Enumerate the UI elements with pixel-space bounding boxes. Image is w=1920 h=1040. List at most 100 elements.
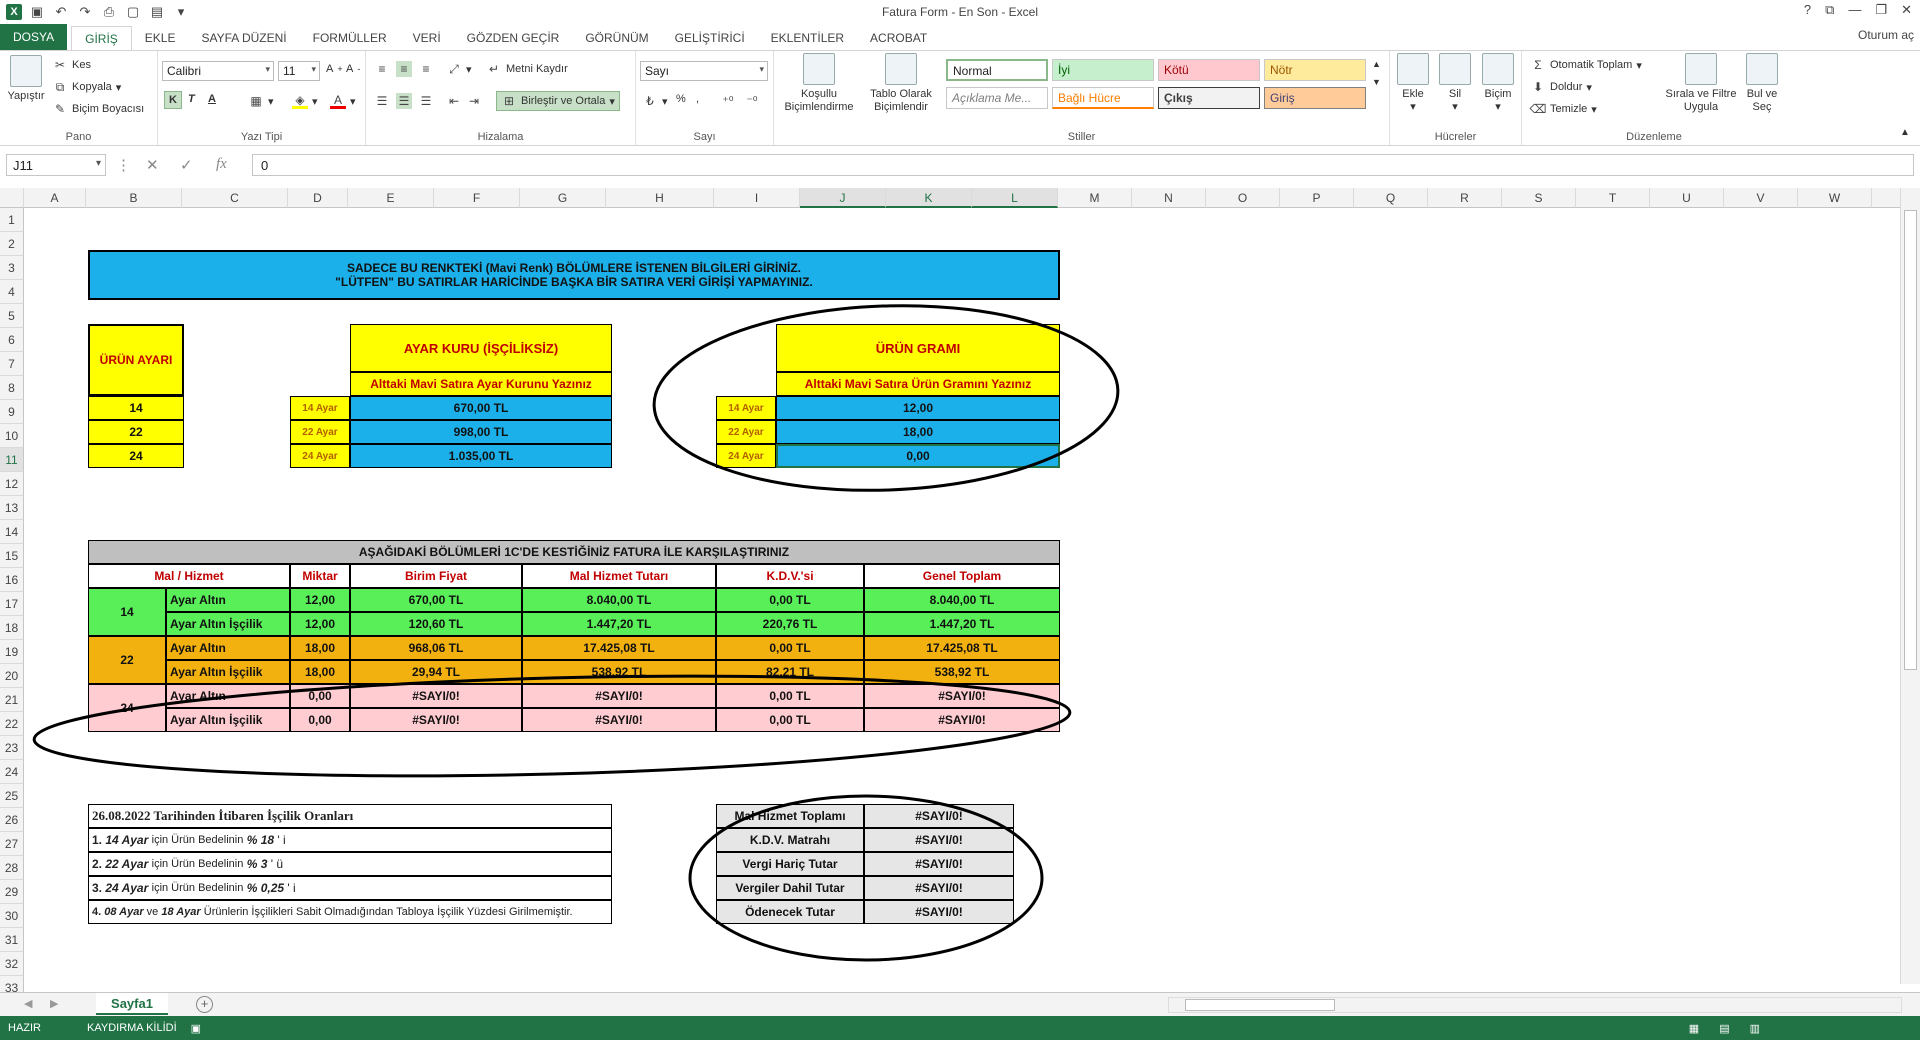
tab-data[interactable]: VERİ — [400, 26, 454, 50]
row-header-8[interactable]: 8 — [0, 376, 24, 400]
undo-icon[interactable]: ↶ — [52, 3, 70, 21]
delete-cells-button[interactable]: Sil ▾ — [1436, 53, 1474, 114]
borders-button[interactable]: ▦ ▾ — [248, 93, 273, 109]
row-header-28[interactable]: 28 — [0, 856, 24, 880]
row-header-29[interactable]: 29 — [0, 880, 24, 904]
tab-review[interactable]: GÖZDEN GEÇİR — [454, 26, 573, 50]
increase-indent-button[interactable]: ⇥ — [466, 93, 482, 109]
select-all-corner[interactable] — [0, 188, 24, 208]
format-cells-button[interactable]: Biçim ▾ — [1478, 53, 1518, 114]
name-box[interactable]: J11 — [6, 154, 106, 176]
style-input[interactable]: Giriş — [1264, 87, 1366, 109]
bold-button[interactable]: K — [164, 91, 182, 109]
urun-grami-value-22[interactable]: 18,00 — [776, 420, 1060, 444]
row-header-2[interactable]: 2 — [0, 232, 24, 256]
row-header-14[interactable]: 14 — [0, 520, 24, 544]
number-format-select[interactable]: Sayı — [640, 61, 768, 81]
redo-icon[interactable]: ↷ — [76, 3, 94, 21]
conditional-formatting-button[interactable]: Koşullu Biçimlendirme — [778, 53, 860, 114]
normal-view-icon[interactable]: ▦ — [1689, 1022, 1699, 1035]
tab-insert[interactable]: EKLE — [132, 26, 189, 50]
fill-color-button[interactable]: ◈ ▾ — [292, 93, 318, 109]
wrap-text-button[interactable]: ↵ Metni Kaydır — [486, 61, 568, 77]
styles-scroll[interactable]: ▲ ▼ — [1372, 59, 1381, 87]
tab-addins[interactable]: EKLENTİLER — [758, 26, 857, 50]
format-painter-button[interactable]: ✎ Biçim Boyacısı — [52, 101, 144, 117]
horizontal-scroll-thumb[interactable] — [1185, 999, 1335, 1011]
shrink-font-button[interactable]: A- — [346, 63, 360, 75]
column-header-l[interactable]: L — [972, 188, 1058, 208]
comma-style-button[interactable]: , — [696, 93, 699, 105]
row-header-12[interactable]: 12 — [0, 472, 24, 496]
clear-button[interactable]: ⌫ Temizle ▾ — [1530, 101, 1597, 117]
cut-button[interactable]: ✂ Kes — [52, 57, 91, 73]
add-sheet-icon[interactable]: + — [196, 996, 213, 1013]
tab-acrobat[interactable]: ACROBAT — [857, 26, 940, 50]
row-header-21[interactable]: 21 — [0, 688, 24, 712]
column-header-k[interactable]: K — [886, 188, 972, 208]
ayar-kuru-value-14[interactable]: 670,00 TL — [350, 396, 612, 420]
increase-decimal-button[interactable]: ⁺⁰ — [720, 93, 736, 109]
percent-button[interactable]: % — [676, 93, 686, 105]
row-header-7[interactable]: 7 — [0, 352, 24, 376]
tab-developer[interactable]: GELİŞTİRİCİ — [662, 26, 758, 50]
column-header-v[interactable]: V — [1724, 188, 1798, 208]
style-linked-cell[interactable]: Bağlı Hücre — [1052, 87, 1154, 109]
sort-filter-button[interactable]: Sırala ve Filtre Uygula — [1664, 53, 1738, 114]
column-header-u[interactable]: U — [1650, 188, 1724, 208]
row-header-20[interactable]: 20 — [0, 664, 24, 688]
align-middle-button[interactable]: ≡ — [396, 61, 412, 77]
help-button[interactable]: ? — [1804, 2, 1811, 18]
align-top-button[interactable]: ≡ — [374, 61, 390, 77]
orientation-button[interactable]: ⤢ ▾ — [446, 61, 471, 77]
find-select-button[interactable]: Bul ve Seç — [1740, 53, 1784, 114]
urun-grami-value-24-selected[interactable]: 0,00 — [776, 444, 1060, 468]
close-icon[interactable]: ✕ — [1901, 2, 1912, 18]
tab-view[interactable]: GÖRÜNÜM — [572, 26, 661, 50]
row-header-18[interactable]: 18 — [0, 616, 24, 640]
autosum-button[interactable]: Σ Otomatik Toplam ▾ — [1530, 57, 1642, 73]
new-file-icon[interactable]: ▢ — [124, 3, 142, 21]
restore-icon[interactable]: ❐ — [1875, 2, 1887, 18]
row-header-4[interactable]: 4 — [0, 280, 24, 304]
row-header-1[interactable]: 1 — [0, 208, 24, 232]
formula-input[interactable]: 0 — [252, 154, 1914, 176]
worksheet-grid[interactable]: SADECE BU RENKTEKİ (Mavi Renk) BÖLÜMLERE… — [24, 208, 1900, 984]
decrease-indent-button[interactable]: ⇤ — [446, 93, 462, 109]
vertical-scrollbar[interactable] — [1900, 188, 1920, 984]
sheet-tab-sayfa1[interactable]: Sayfa1 — [96, 993, 168, 1015]
style-explanatory[interactable]: Açıklama Me... — [946, 87, 1048, 109]
column-header-h[interactable]: H — [606, 188, 714, 208]
row-header-13[interactable]: 13 — [0, 496, 24, 520]
row-header-9[interactable]: 9 — [0, 400, 24, 424]
row-header-30[interactable]: 30 — [0, 904, 24, 928]
column-header-m[interactable]: M — [1058, 188, 1132, 208]
row-header-27[interactable]: 27 — [0, 832, 24, 856]
row-header-22[interactable]: 22 — [0, 712, 24, 736]
column-header-o[interactable]: O — [1206, 188, 1280, 208]
accounting-format-button[interactable]: ₺ ▾ — [642, 93, 667, 109]
customize-qat-icon[interactable]: ▾ — [172, 3, 190, 21]
italic-button[interactable]: T — [188, 93, 195, 105]
column-header-e[interactable]: E — [348, 188, 434, 208]
insert-cells-button[interactable]: Ekle ▾ — [1394, 53, 1432, 114]
align-left-button[interactable]: ☰ — [374, 93, 390, 109]
cancel-formula-icon[interactable]: ✕ — [146, 156, 159, 174]
sign-in-link[interactable]: Oturum aç — [1858, 28, 1914, 42]
collapse-ribbon-icon[interactable]: ▲ — [1900, 127, 1910, 138]
column-header-i[interactable]: I — [714, 188, 800, 208]
insert-function-button[interactable]: fx — [216, 156, 227, 173]
underline-button[interactable]: A — [208, 93, 216, 105]
save-icon[interactable]: ▣ — [28, 3, 46, 21]
style-neutral[interactable]: Nötr — [1264, 59, 1366, 81]
row-header-15[interactable]: 15 — [0, 544, 24, 568]
column-header-n[interactable]: N — [1132, 188, 1206, 208]
column-header-t[interactable]: T — [1576, 188, 1650, 208]
row-header-26[interactable]: 26 — [0, 808, 24, 832]
style-output[interactable]: Çıkış — [1158, 87, 1260, 109]
row-header-17[interactable]: 17 — [0, 592, 24, 616]
row-header-10[interactable]: 10 — [0, 424, 24, 448]
row-header-19[interactable]: 19 — [0, 640, 24, 664]
row-header-6[interactable]: 6 — [0, 328, 24, 352]
row-header-25[interactable]: 25 — [0, 784, 24, 808]
